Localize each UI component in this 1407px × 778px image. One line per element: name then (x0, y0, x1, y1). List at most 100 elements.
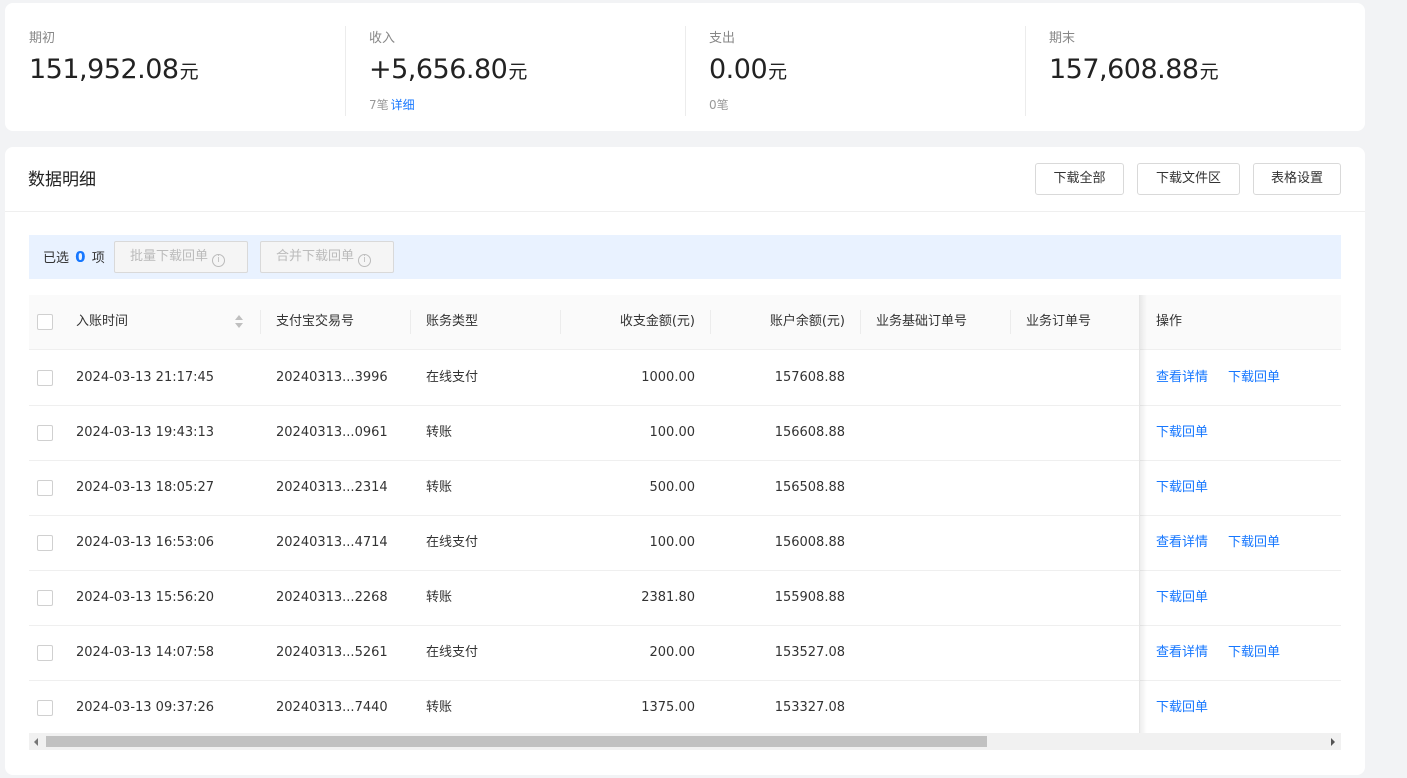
cell-trade-no: 20240313...3996 (276, 370, 388, 385)
cell-time: 2024-03-13 21:17:45 (76, 370, 215, 385)
horizontal-scrollbar[interactable] (29, 733, 1341, 750)
table-settings-button[interactable]: 表格设置 (1253, 163, 1341, 195)
row-checkbox[interactable] (37, 425, 53, 441)
stat-label: 期末 (1049, 31, 1076, 46)
cell-trade-no: 20240313...2314 (276, 480, 388, 495)
cell-type: 转账 (426, 425, 453, 440)
cell-balance: 155908.88 (774, 590, 845, 605)
view-detail-link[interactable]: 查看详情 (1156, 644, 1208, 662)
cell-amount: 1000.00 (641, 370, 695, 385)
detail-card: 数据明细 下载全部 下载文件区 表格设置 已选 0 项 批量下载回单 i 合并下载… (5, 147, 1365, 775)
row-checkbox[interactable] (37, 645, 53, 661)
cell-balance: 153527.08 (774, 645, 845, 660)
table-header: 入账时间 支付宝交易号 账务类型 收支金额(元) 账户余额(元) 业务基础订单号… (29, 295, 1341, 350)
row-checkbox[interactable] (37, 370, 53, 386)
cell-trade-no: 20240313...0961 (276, 425, 388, 440)
select-all-checkbox[interactable] (37, 314, 53, 330)
table-row[interactable]: 2024-03-13 14:07:58 20240313...5261 在线支付 20… (29, 626, 1341, 681)
cell-time: 2024-03-13 19:43:13 (76, 425, 215, 440)
cell-time: 2024-03-13 14:07:58 (76, 645, 215, 660)
download-area-button[interactable]: 下载文件区 (1137, 163, 1240, 195)
row-checkbox[interactable] (37, 590, 53, 606)
selection-bar: 已选 0 项 批量下载回单 i 合并下载回单 i (29, 235, 1341, 279)
cell-amount: 2381.80 (641, 590, 695, 605)
stat-value: +5,656.80 (369, 54, 508, 85)
cell-balance: 156008.88 (774, 535, 845, 550)
stat-label: 收入 (369, 31, 396, 46)
batch-download-button[interactable]: 批量下载回单 i (114, 241, 248, 273)
row-checkbox[interactable] (37, 700, 53, 716)
download-all-button[interactable]: 下载全部 (1035, 163, 1124, 195)
data-table: 入账时间 支付宝交易号 账务类型 收支金额(元) 账户余额(元) 业务基础订单号… (29, 295, 1341, 733)
view-detail-link[interactable]: 查看详情 (1156, 534, 1208, 552)
stat-value: 157,608.88 (1049, 54, 1199, 85)
cell-amount: 100.00 (649, 425, 696, 440)
table-row[interactable]: 2024-03-13 15:56:20 20240313...2268 转账 2381… (29, 571, 1341, 626)
stat-unit: 元 (508, 61, 528, 83)
download-receipt-link[interactable]: 下载回单 (1156, 699, 1208, 717)
cell-time: 2024-03-13 18:05:27 (76, 480, 215, 495)
table-row[interactable]: 2024-03-13 18:05:27 20240313...2314 转账 500.… (29, 461, 1341, 516)
cell-amount: 200.00 (649, 645, 696, 660)
scroll-right-arrow-icon[interactable] (1324, 733, 1341, 750)
cell-amount: 1375.00 (641, 700, 695, 715)
income-count: 7笔 (369, 98, 389, 112)
view-detail-link[interactable]: 查看详情 (1156, 369, 1208, 387)
stat-opening: 期初 151,952.08元 (5, 3, 345, 131)
cell-trade-no: 20240313...7440 (276, 700, 388, 715)
cell-time: 2024-03-13 09:37:26 (76, 700, 215, 715)
cell-balance: 156508.88 (774, 480, 845, 495)
cell-trade-no: 20240313...5261 (276, 645, 388, 660)
cell-trade-no: 20240313...2268 (276, 590, 388, 605)
stat-closing: 期末 157,608.88元 (1025, 3, 1365, 131)
download-receipt-link[interactable]: 下载回单 (1156, 589, 1208, 607)
cell-balance: 157608.88 (774, 370, 845, 385)
stat-unit: 元 (768, 61, 788, 83)
cell-type: 在线支付 (426, 645, 479, 660)
row-checkbox[interactable] (37, 480, 53, 496)
selection-count: 0 (75, 248, 86, 266)
cell-balance: 156608.88 (774, 425, 845, 440)
cell-type: 转账 (426, 700, 453, 715)
row-checkbox[interactable] (37, 535, 53, 551)
income-detail-link[interactable]: 详细 (391, 98, 415, 112)
scrollbar-thumb[interactable] (46, 736, 987, 747)
stat-label: 支出 (709, 31, 736, 46)
cell-type: 转账 (426, 480, 453, 495)
column-header-amount: 收支金额(元) (619, 314, 695, 329)
info-icon: i (212, 254, 226, 267)
info-icon: i (358, 254, 372, 267)
detail-header: 数据明细 下载全部 下载文件区 表格设置 (5, 147, 1365, 212)
merge-download-button[interactable]: 合并下载回单 i (260, 241, 394, 273)
cell-type: 转账 (426, 590, 453, 605)
download-receipt-link[interactable]: 下载回单 (1156, 424, 1208, 442)
stat-value: 0.00 (709, 54, 768, 85)
table-row[interactable]: 2024-03-13 09:37:26 20240313...7440 转账 1375… (29, 681, 1341, 733)
cell-time: 2024-03-13 16:53:06 (76, 535, 215, 550)
download-receipt-link[interactable]: 下载回单 (1156, 479, 1208, 497)
stat-unit: 元 (1199, 61, 1219, 83)
stat-income: 收入 +5,656.80元 7笔 详细 (345, 3, 685, 131)
download-receipt-link[interactable]: 下载回单 (1228, 534, 1280, 552)
table-row[interactable]: 2024-03-13 16:53:06 20240313...4714 在线支付 10… (29, 516, 1341, 571)
page-title: 数据明细 (28, 170, 96, 190)
summary-card: 期初 151,952.08元 收入 +5,656.80元 7笔 详细 支出 0.0… (5, 3, 1365, 131)
column-header-type: 账务类型 (426, 314, 479, 329)
download-receipt-link[interactable]: 下载回单 (1228, 644, 1280, 662)
column-header-base-order: 业务基础订单号 (876, 314, 968, 329)
column-header-actions: 操作 (1156, 314, 1183, 329)
stat-unit: 元 (179, 61, 199, 83)
column-header-time[interactable]: 入账时间 (76, 313, 128, 331)
download-receipt-link[interactable]: 下载回单 (1228, 369, 1280, 387)
column-header-order: 业务订单号 (1026, 314, 1092, 329)
cell-type: 在线支付 (426, 370, 479, 385)
expense-count: 0笔 (709, 98, 729, 112)
scroll-left-arrow-icon[interactable] (29, 733, 46, 750)
stat-label: 期初 (29, 31, 56, 46)
cell-amount: 100.00 (649, 535, 696, 550)
table-row[interactable]: 2024-03-13 21:17:45 20240313...3996 在线支付 10… (29, 351, 1341, 406)
sort-icon[interactable] (234, 314, 244, 330)
stat-value: 151,952.08 (29, 54, 179, 85)
cell-time: 2024-03-13 15:56:20 (76, 590, 215, 605)
table-row[interactable]: 2024-03-13 19:43:13 20240313...0961 转账 100.… (29, 406, 1341, 461)
